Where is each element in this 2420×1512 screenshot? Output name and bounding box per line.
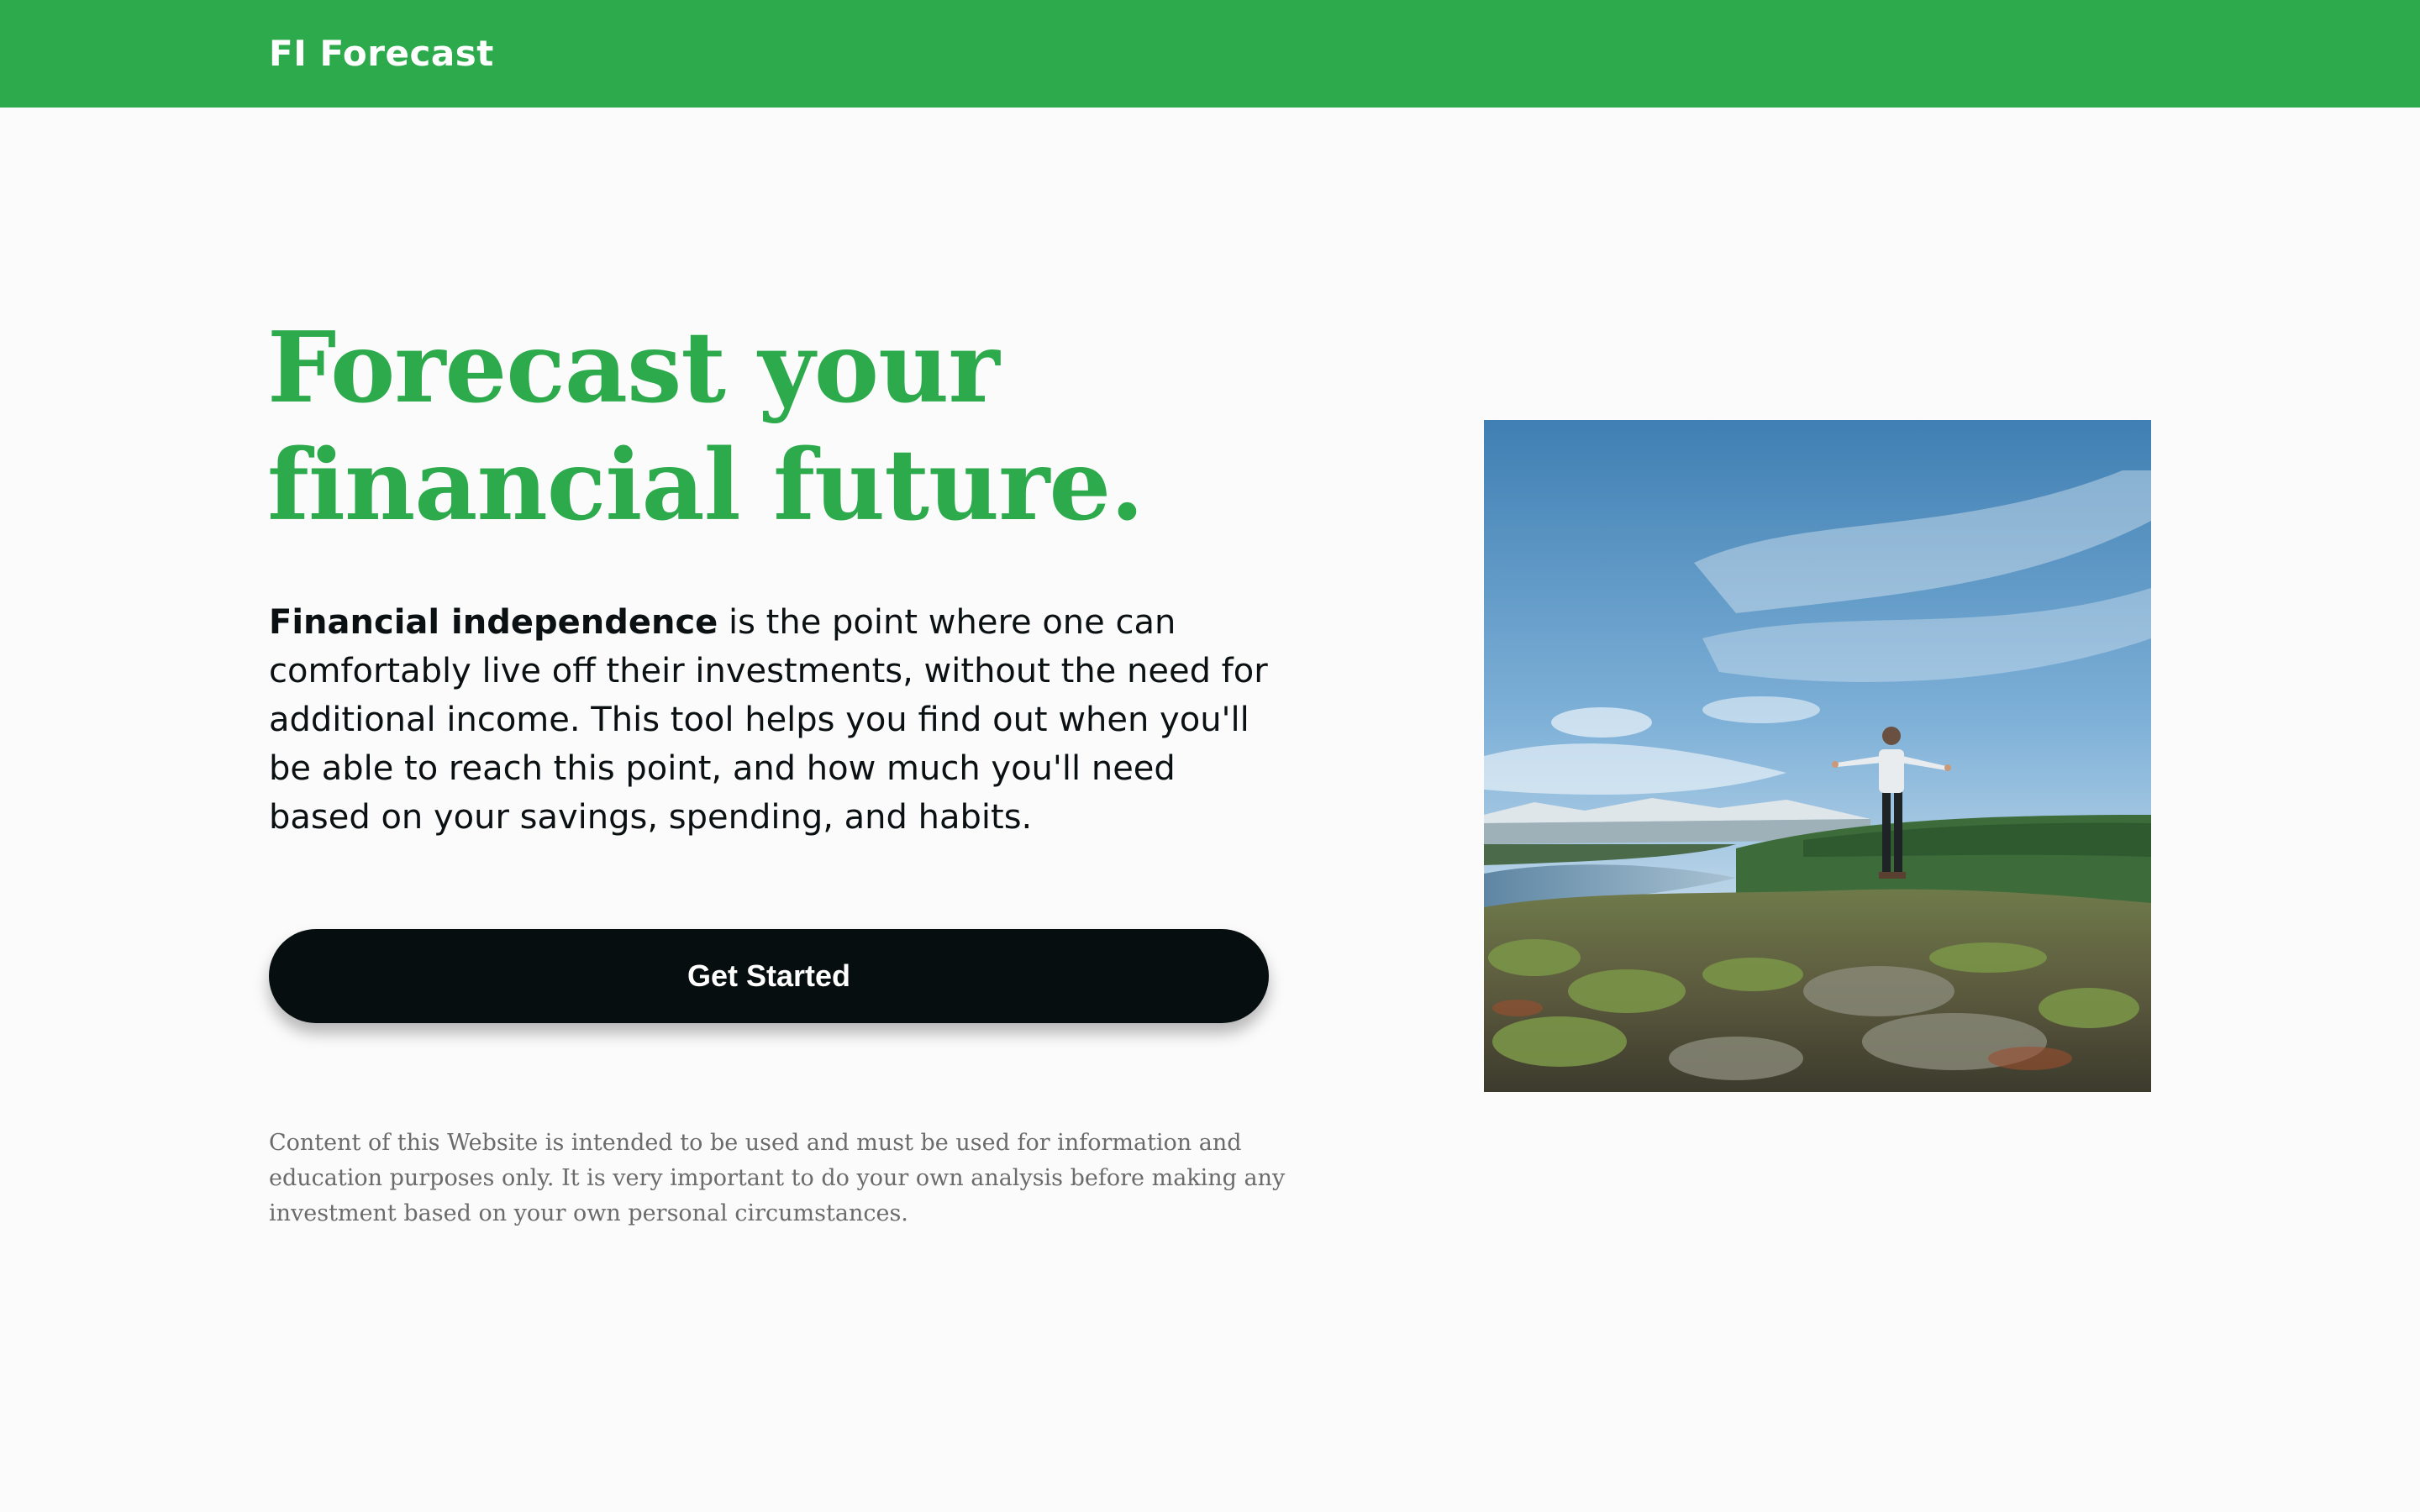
disclaimer-text: Content of this Website is intended to b… (269, 1130, 1286, 1226)
hero-image (1484, 420, 2151, 1092)
intro-paragraph: Financial independence is the point wher… (269, 598, 1277, 842)
intro-bold-term: Financial independence (269, 603, 718, 642)
brand-logo-link[interactable]: FI Forecast (269, 32, 494, 76)
get-started-button[interactable]: Get Started (269, 929, 1269, 1023)
top-nav-bar: FI Forecast (0, 0, 2420, 108)
landscape-illustration (1484, 420, 2151, 1092)
hero-title-line-2: financial future. (267, 428, 1144, 543)
hero-title-line-1: Forecast your (267, 311, 1000, 425)
hero-title: Forecast your financial future. (267, 309, 1360, 544)
